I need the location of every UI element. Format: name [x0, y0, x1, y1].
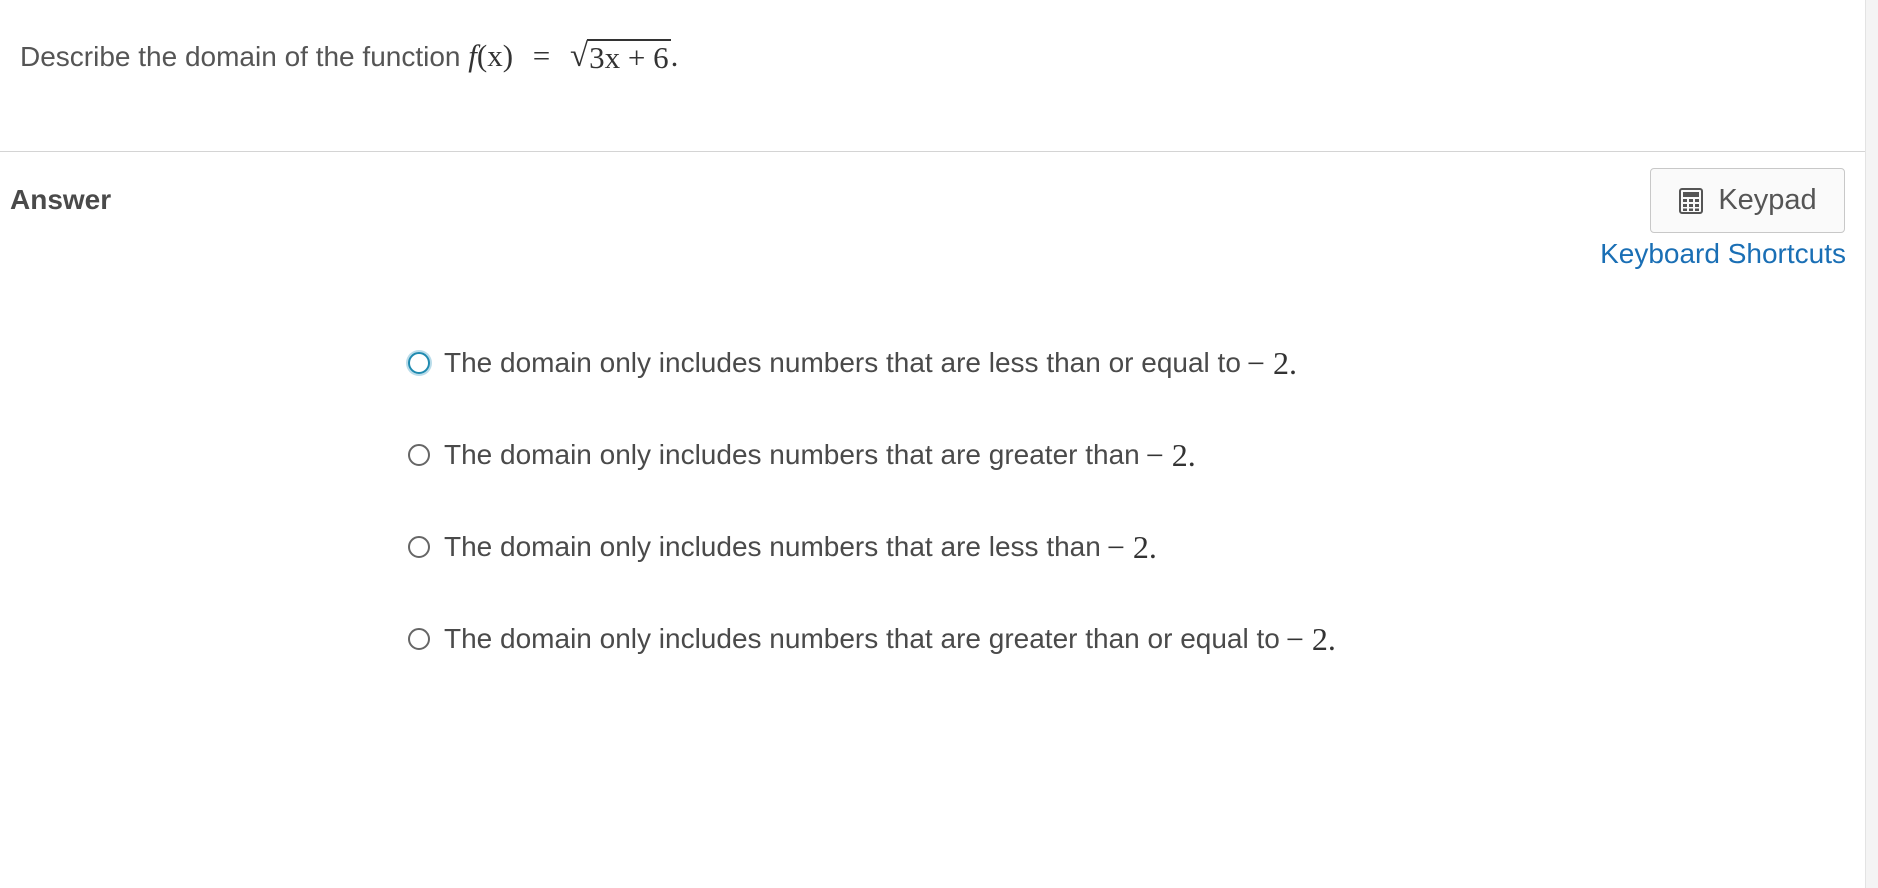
radio-button[interactable]: [408, 628, 430, 650]
equals-sign: =: [532, 38, 551, 73]
option-2[interactable]: The domain only includes numbers that ar…: [408, 432, 1336, 478]
keypad-label: Keypad: [1718, 184, 1817, 216]
option-text: The domain only includes numbers that ar…: [444, 623, 1280, 654]
keyboard-shortcuts-link[interactable]: Keyboard Shortcuts: [1600, 238, 1846, 270]
calculator-icon: [1679, 187, 1704, 214]
square-root: √ 3x + 6: [570, 38, 671, 75]
radio-button[interactable]: [408, 352, 430, 374]
section-divider: [0, 151, 1866, 152]
question-prompt: Describe the domain of the function f(x)…: [20, 38, 678, 75]
option-3[interactable]: The domain only includes numbers that ar…: [408, 524, 1336, 570]
option-math: − 2.: [1246, 344, 1297, 381]
function-expression: f(x) = √ 3x + 6 .: [468, 38, 679, 75]
option-math: − 2.: [1145, 436, 1196, 473]
option-4[interactable]: The domain only includes numbers that ar…: [408, 616, 1336, 662]
radical-icon: √: [570, 38, 589, 74]
function-argument: (x): [476, 38, 514, 73]
question-period: .: [670, 38, 679, 73]
option-1[interactable]: The domain only includes numbers that ar…: [408, 340, 1336, 386]
radio-button[interactable]: [408, 444, 430, 466]
radicand: 3x + 6: [587, 38, 671, 75]
radio-button[interactable]: [408, 536, 430, 558]
option-math: − 2.: [1106, 528, 1157, 565]
question-text: Describe the domain of the function: [20, 41, 461, 72]
option-text: The domain only includes numbers that ar…: [444, 531, 1101, 562]
option-text: The domain only includes numbers that ar…: [444, 347, 1241, 378]
keypad-button[interactable]: Keypad: [1650, 168, 1845, 233]
answer-options: The domain only includes numbers that ar…: [408, 340, 1336, 708]
option-math: − 2.: [1285, 620, 1336, 657]
option-text: The domain only includes numbers that ar…: [444, 439, 1140, 470]
vertical-scrollbar[interactable]: [1865, 0, 1878, 888]
answer-heading: Answer: [10, 184, 112, 215]
function-name: f: [468, 38, 477, 73]
